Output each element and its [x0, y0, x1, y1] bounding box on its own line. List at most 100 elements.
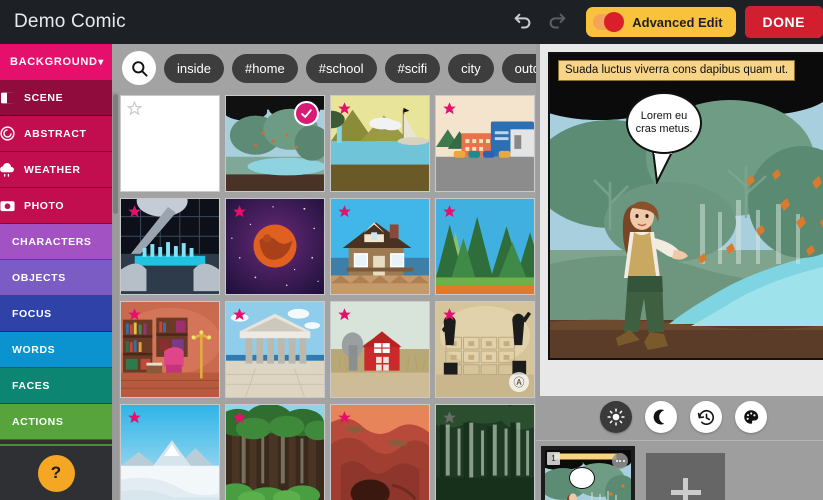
search-icon[interactable] [122, 51, 156, 85]
thumbnail-island-ship[interactable] [330, 95, 430, 192]
sidebar-item-focus[interactable]: FOCUS [0, 296, 112, 332]
thumbnail-spaceship-bridge[interactable] [120, 198, 220, 295]
sidebar-item-label: FACES [12, 379, 51, 392]
filter-chip-outdoor[interactable]: outdoor [501, 53, 536, 83]
sidebar-header-label: BACKGROUND [10, 56, 98, 68]
thumbnail-city-street[interactable] [435, 95, 535, 192]
favorite-star-icon[interactable] [232, 307, 247, 322]
page-title: Demo Comic [14, 11, 126, 32]
favorite-star-icon[interactable] [127, 410, 142, 425]
dots-menu-icon[interactable] [612, 452, 628, 469]
sidebar-item-faces[interactable]: FACES [0, 368, 112, 404]
thumbnail-egyptian-tomb[interactable]: Ⓐ [435, 301, 535, 398]
speech-bubble[interactable]: Lorem eu cras metus. [626, 92, 702, 154]
night-tool-button[interactable] [645, 401, 677, 433]
favorite-star-outline-icon[interactable] [442, 410, 457, 425]
sidebar-item-label: SCENE [24, 91, 64, 104]
filmstrip-caption-preview [554, 452, 617, 460]
thumbnail-blank[interactable] [120, 95, 220, 192]
history-tool-button[interactable] [690, 401, 722, 433]
sidebar-footer: ? [0, 444, 112, 500]
redo-icon[interactable] [540, 5, 574, 39]
sidebar-item-label: WEATHER [24, 163, 81, 176]
attribution-badge[interactable]: Ⓐ [509, 372, 529, 392]
sidebar-item-label: OBJECTS [12, 271, 66, 284]
sidebar-item-label: CHARACTERS [12, 235, 92, 248]
sidebar-item-scene[interactable]: SCENE [0, 80, 112, 116]
filter-chip-school[interactable]: #school [305, 53, 377, 83]
favorite-star-icon[interactable] [337, 204, 352, 219]
thumbnail-grid: Ⓐ [120, 92, 536, 500]
thumbnail-greek-temple[interactable] [225, 301, 325, 398]
advanced-edit-toggle[interactable]: Advanced Edit [586, 7, 736, 37]
favorite-star-icon[interactable] [442, 307, 457, 322]
filter-chip-bar: inside #home #school #scifi city outdoor [112, 44, 536, 92]
sidebar-item-objects[interactable]: OBJECTS [0, 260, 112, 296]
thumbnail-suburban-house[interactable] [330, 198, 430, 295]
thumbnail-library-room[interactable] [120, 301, 220, 398]
comic-panel[interactable]: Suada luctus viverra cons dapibus quam u… [548, 52, 823, 360]
selected-check-icon [294, 101, 319, 126]
sidebar-item-abstract[interactable]: ABSTRACT [0, 116, 112, 152]
speech-bubble-tail [651, 150, 675, 184]
filter-chip-city[interactable]: city [448, 53, 494, 83]
sidebar-item-photo[interactable]: PHOTO [0, 188, 112, 224]
cloud-rain-icon [0, 159, 18, 181]
thumbnail-pine-forest[interactable] [435, 198, 535, 295]
sidebar-item-actions[interactable]: ACTIONS [0, 404, 112, 440]
favorite-star-outline-icon[interactable] [127, 101, 142, 116]
add-panel-button[interactable] [646, 453, 725, 500]
thumbnail-dark-woods[interactable] [435, 404, 535, 500]
caption-box[interactable]: Suada luctus viverra cons dapibus quam u… [558, 60, 796, 81]
image-icon [0, 87, 18, 109]
filmstrip-panel-1[interactable]: 1 [541, 445, 635, 500]
palette-icon [744, 410, 759, 424]
favorite-star-icon[interactable] [127, 204, 142, 219]
moon-icon [653, 409, 665, 425]
comic-editor-app: Demo Comic Advanced Edit DONE BACKGROUND [0, 0, 823, 500]
thumbnail-grid-scroll[interactable]: Ⓐ [112, 92, 536, 500]
filter-chip-home[interactable]: #home [231, 53, 298, 83]
favorite-star-icon[interactable] [337, 410, 352, 425]
sidebar-item-label: FOCUS [12, 307, 52, 320]
filmstrip-bubble-preview [569, 466, 595, 489]
add-panel-wrap [646, 453, 725, 500]
palette-tool-button[interactable] [735, 401, 767, 433]
canvas-panel: Suada luctus viverra cons dapibus quam u… [540, 44, 823, 396]
undo-icon[interactable] [506, 5, 540, 39]
camera-icon [0, 195, 18, 217]
favorite-star-icon[interactable] [232, 410, 247, 425]
advanced-edit-label: Advanced Edit [632, 14, 723, 30]
thumbnail-forest-stream[interactable] [225, 95, 325, 192]
comic-stage: Suada luctus viverra cons dapibus quam u… [536, 44, 823, 500]
sidebar-item-weather[interactable]: WEATHER [0, 152, 112, 188]
favorite-star-icon[interactable] [232, 204, 247, 219]
top-bar-actions: Advanced Edit DONE [506, 0, 823, 44]
done-button[interactable]: DONE [744, 6, 823, 38]
brightness-tool-button[interactable] [600, 401, 632, 433]
filter-chip-scifi[interactable]: #scifi [384, 53, 441, 83]
sidebar-header-background[interactable]: BACKGROUND ▾ [0, 44, 112, 80]
help-button[interactable]: ? [37, 454, 75, 492]
advanced-edit-switch[interactable] [593, 12, 625, 32]
favorite-star-icon[interactable] [337, 307, 352, 322]
thumbnail-red-canyon[interactable] [330, 404, 430, 500]
library-scrollbar[interactable] [112, 92, 119, 500]
sidebar-item-words[interactable]: WORDS [0, 332, 112, 368]
panel-filmstrip: 1 [536, 440, 823, 500]
thumbnail-red-barn[interactable] [330, 301, 430, 398]
sidebar-item-label: WORDS [12, 343, 56, 356]
favorite-star-icon[interactable] [337, 101, 352, 116]
favorite-star-icon[interactable] [442, 101, 457, 116]
library-scrollbar-thumb[interactable] [113, 94, 118, 214]
favorite-star-icon[interactable] [127, 307, 142, 322]
history-icon [697, 409, 714, 425]
filter-chip-inside[interactable]: inside [164, 53, 224, 83]
sun-icon [607, 408, 625, 426]
thumbnail-mars-space[interactable] [225, 198, 325, 295]
sidebar-item-characters[interactable]: CHARACTERS [0, 224, 112, 260]
thumbnail-jungle[interactable] [225, 404, 325, 500]
favorite-star-icon[interactable] [442, 204, 457, 219]
sidebar-item-label: PHOTO [24, 199, 65, 212]
thumbnail-snow-mountains[interactable] [120, 404, 220, 500]
